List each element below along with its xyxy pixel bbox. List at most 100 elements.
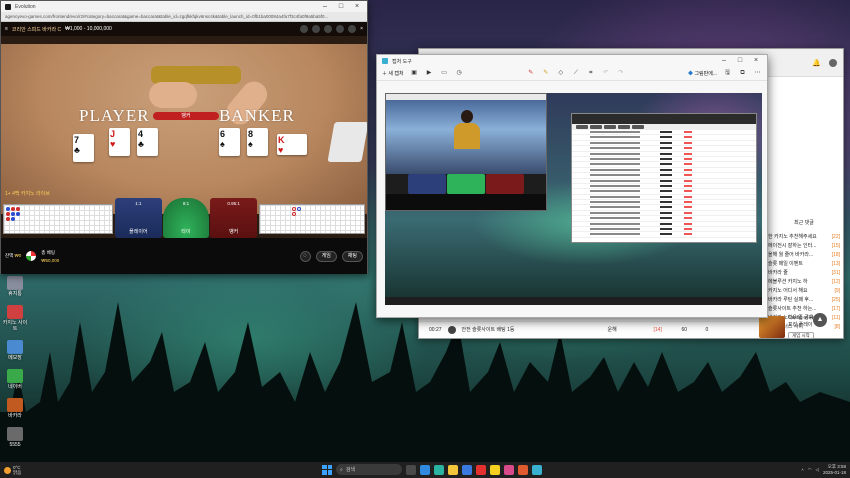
sun-icon	[4, 466, 11, 474]
list-item[interactable]: 바카라 줄 [31]	[764, 269, 844, 278]
taskbar-search[interactable]: ⌕ 검색	[336, 464, 402, 475]
bet-tie-spot[interactable]: 8:1 타이	[162, 198, 210, 238]
instagram-icon[interactable]	[504, 464, 514, 475]
ruler-icon[interactable]: ⟋	[571, 69, 580, 78]
snipping-tool-icon[interactable]	[532, 464, 542, 475]
help-icon[interactable]	[324, 25, 333, 33]
youtube-icon[interactable]	[476, 464, 486, 475]
desktop-icon-casino[interactable]: 카지노 사이트	[2, 305, 28, 332]
close-icon[interactable]: ×	[351, 2, 363, 12]
minimize-icon[interactable]: –	[718, 56, 730, 66]
list-item[interactable]: 바카라 루틴 실패 후... [25]	[764, 296, 844, 305]
player-card-2: J ♥	[109, 128, 130, 156]
taskbar: 0°C 맑음 ⌕ 검색 ^ ◠ ◁ 오후 3:58 2025-01-18	[0, 462, 850, 478]
bell-icon[interactable]: 🔔	[812, 59, 821, 67]
list-item[interactable]: 카지노 어디서 해요 [9]	[764, 287, 844, 296]
maximize-icon[interactable]: □	[335, 2, 347, 12]
list-item[interactable]: 에볼루션 카지노 하 [12]	[764, 278, 844, 287]
weather-widget[interactable]: 0°C 맑음	[0, 465, 70, 475]
snip-canvas[interactable]	[385, 93, 762, 305]
chip-icon[interactable]	[26, 251, 37, 261]
bet-panel: 1:1 플레이어 8:1 타이 0.95:1 뱅커	[115, 198, 258, 238]
undo-icon[interactable]: ↶	[601, 69, 610, 78]
close-icon[interactable]: ×	[750, 56, 762, 66]
list-item[interactable]: 올해 월 줄어 바카라... [18]	[764, 251, 844, 260]
delay-icon[interactable]: ◷	[455, 69, 464, 78]
post-author: 운해	[607, 327, 617, 333]
new-snip-button[interactable]: ＋ 새 캡처	[382, 70, 404, 77]
camera-icon[interactable]: ▣	[410, 69, 419, 78]
menu-icon[interactable]: ≡	[5, 26, 8, 32]
desktop-icon-folder[interactable]: 5555	[2, 427, 28, 448]
game-title: 코리안 스피드 바카라 C	[11, 26, 62, 33]
view-count: 60	[681, 326, 688, 333]
banker-card-1: 6 ♠	[219, 128, 240, 156]
fullscreen-icon[interactable]	[348, 25, 357, 33]
task-view-icon[interactable]	[406, 464, 416, 475]
copy-icon[interactable]: ⧉	[738, 69, 747, 78]
game-ad[interactable]: Castle of Fire 프리 플레이 게임 시작	[759, 315, 844, 339]
desktop-icon-notepad[interactable]: 메모장	[2, 340, 28, 361]
kakaotalk-icon[interactable]	[490, 464, 500, 475]
chrome-icon[interactable]	[420, 464, 430, 475]
video-icon[interactable]: ▶	[425, 69, 434, 78]
post-title[interactable]: 안전 슬롯사이트 배팅 1등	[462, 326, 602, 333]
more-games-button[interactable]: 게임	[315, 250, 337, 262]
baccarat-shortcut-icon	[7, 398, 23, 412]
captured-casino-video	[385, 93, 547, 211]
volume-icon[interactable]: ◁	[816, 467, 819, 473]
table-row[interactable]: 00:27 안전 슬롯사이트 배팅 1등 운해 [14] 60 0	[419, 321, 759, 337]
open-in-paint-button[interactable]: ◆ 그림판에...	[688, 70, 717, 77]
desktop-icon-naver[interactable]: 네이버	[2, 369, 28, 390]
snip-title: 캡처 도구	[392, 58, 412, 65]
casino-window[interactable]: Evolution – □ × agencyevo-games.com/fron…	[0, 0, 368, 274]
avatar[interactable]	[829, 58, 837, 67]
more-icon[interactable]: ⋯	[753, 69, 762, 78]
user-avatar	[447, 325, 456, 334]
captured-taskbar	[385, 297, 762, 305]
crop-icon[interactable]: ⌗	[586, 69, 595, 78]
wifi-icon[interactable]: ◠	[808, 467, 812, 473]
dealer-figure	[454, 110, 480, 152]
mode-icon[interactable]: ▭	[440, 69, 449, 78]
close-game-icon[interactable]: ×	[360, 26, 363, 32]
bet-player-spot[interactable]: 1:1 플레이어	[115, 198, 162, 238]
bet-banker-spot[interactable]: 0.95:1 뱅커	[210, 198, 258, 238]
redo-icon[interactable]: ↷	[616, 69, 625, 78]
chat-button[interactable]: 채팅	[341, 250, 363, 262]
desktop-icon-baccarat[interactable]: 바카라	[2, 398, 28, 419]
store-icon[interactable]	[462, 464, 472, 475]
recent-comments-panel: 최근 댓글 한 카지노 추천해주세요 [22] 에이전시 잘하는 인터... [15]…	[764, 77, 844, 339]
list-item[interactable]: 한 카지노 추천해주세요 [22]	[764, 233, 844, 242]
eraser-icon[interactable]: ◇	[556, 69, 565, 78]
highlighter-icon[interactable]: ✎	[541, 69, 550, 78]
ad-play-button[interactable]: 게임 시작	[788, 332, 814, 339]
captured-browser	[571, 113, 757, 243]
minimize-icon[interactable]: –	[319, 2, 331, 12]
game-bottom-bar: 잔액 ₩0 총 베팅 ₩50,000 ◌ 게임 채팅	[1, 238, 367, 274]
list-item[interactable]: 슬롯사이트 추천 하는... [17]	[764, 305, 844, 314]
snipping-tool-window[interactable]: 캡처 도구 – □ × ＋ 새 캡처 ▣ ▶ ▭ ◷ ✎ ✎ ◇ ⟋ ⌗ ↶ ↷…	[376, 54, 768, 318]
balance-box: 잔액 ₩0	[5, 253, 22, 258]
pen-icon[interactable]: ✎	[526, 69, 535, 78]
clock[interactable]: 오후 3:58 2025-01-18	[823, 464, 846, 476]
notepad-icon	[7, 340, 23, 354]
scroll-top-button[interactable]: ▲	[813, 313, 827, 327]
desktop-icon-recycle-bin[interactable]: 휴지통	[2, 276, 28, 297]
settings-icon[interactable]	[336, 25, 345, 33]
list-item[interactable]: 슬롯 매일 이벤트 [13]	[764, 260, 844, 269]
game-topbar: ≡ 코리안 스피드 바카라 C ₩1,000 - 10,000,000 ×	[1, 22, 367, 36]
browser-icon[interactable]	[518, 464, 528, 475]
maximize-icon[interactable]: □	[734, 56, 746, 66]
address-bar[interactable]: agencyevo-games.com/frontend/evo/r2/#cat…	[1, 12, 367, 22]
list-item[interactable]: 에이전시 잘하는 인터... [15]	[764, 242, 844, 251]
chevron-up-icon[interactable]: ^	[801, 468, 803, 473]
stats-icon[interactable]	[312, 25, 321, 33]
save-icon[interactable]: 🖫	[723, 69, 732, 78]
file-explorer-icon[interactable]	[448, 464, 458, 475]
start-button[interactable]	[322, 464, 332, 475]
edge-icon[interactable]	[434, 464, 444, 475]
volume-icon[interactable]	[300, 25, 309, 33]
chat-icon[interactable]: ◌	[299, 250, 311, 262]
snipping-tool-icon	[382, 58, 388, 64]
